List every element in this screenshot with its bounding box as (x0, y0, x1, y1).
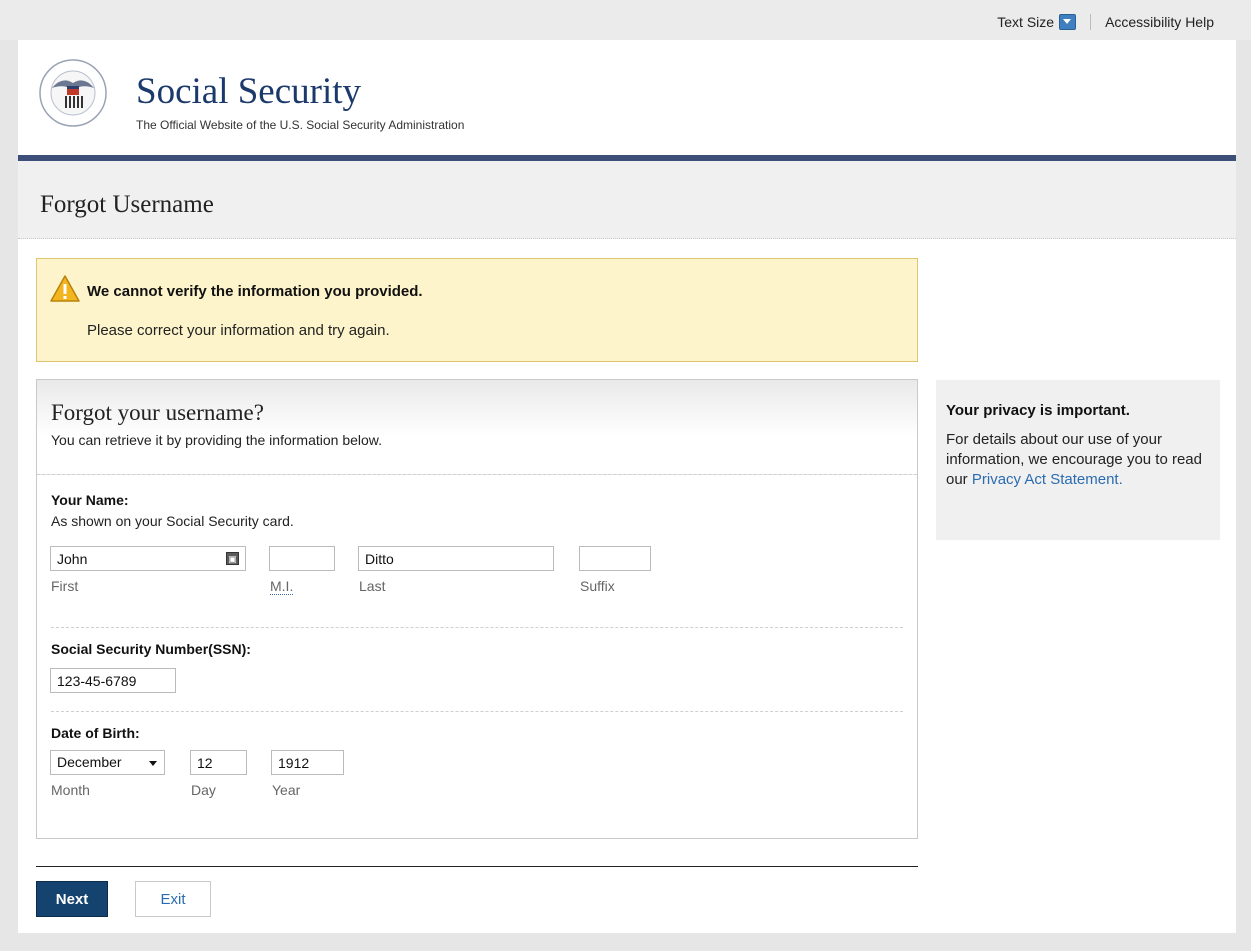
site-brand-title[interactable]: Social Security (136, 70, 361, 113)
ssn-input[interactable] (50, 668, 176, 693)
month-select-value: December (57, 754, 122, 770)
form-title: Forgot your username? (51, 400, 264, 425)
text-size-dropdown-icon[interactable] (1059, 14, 1077, 30)
site-header: Social Security The Official Website of … (18, 40, 1236, 155)
first-name-label: First (51, 578, 79, 594)
month-select[interactable]: December (50, 750, 165, 775)
text-size-label: Text Size (997, 14, 1055, 30)
accessibility-help-link[interactable]: Accessibility Help (1105, 14, 1214, 30)
day-input[interactable] (190, 750, 247, 775)
utility-links: Text Size Accessibility Help (997, 14, 1214, 30)
name-section-hint: As shown on your Social Security card. (51, 513, 294, 529)
privacy-sidebar: Your privacy is important. For details a… (936, 380, 1220, 540)
first-name-wrapper: ▣ (50, 546, 246, 571)
warning-icon (50, 275, 80, 302)
privacy-body: For details about our use of your inform… (946, 430, 1210, 490)
day-label: Day (191, 782, 216, 798)
exit-button[interactable]: Exit (135, 881, 211, 917)
ssa-seal-logo (39, 59, 107, 127)
page-container: Social Security The Official Website of … (18, 40, 1236, 933)
last-name-input[interactable] (358, 546, 554, 571)
last-name-label: Last (359, 578, 386, 594)
site-tagline: The Official Website of the U.S. Social … (136, 118, 465, 132)
name-section-label: Your Name: (51, 492, 129, 508)
chevron-down-icon (149, 761, 157, 766)
utility-divider (1090, 14, 1092, 30)
dob-label: Date of Birth: (51, 725, 140, 741)
suffix-input[interactable] (579, 546, 651, 571)
autofill-key-icon[interactable]: ▣ (226, 552, 239, 565)
section-divider (51, 711, 903, 712)
middle-initial-abbr[interactable]: M.I. (270, 578, 294, 595)
alert-body: Please correct your information and try … (87, 322, 390, 339)
page-title-band: Forgot Username (18, 161, 1236, 239)
middle-initial-label: M.I. (270, 578, 294, 595)
year-label: Year (272, 782, 301, 798)
utility-bar: Text Size Accessibility Help (0, 0, 1251, 40)
privacy-act-link[interactable]: Privacy Act Statement. (972, 471, 1123, 488)
first-name-input[interactable] (50, 546, 246, 571)
form-subtitle: You can retrieve it by providing the inf… (51, 432, 383, 448)
actions-rule (36, 866, 918, 867)
error-alert: We cannot verify the information you pro… (36, 258, 918, 362)
section-divider (51, 627, 903, 628)
month-label: Month (51, 782, 90, 798)
page-title: Forgot Username (40, 191, 214, 218)
alert-title: We cannot verify the information you pro… (87, 283, 423, 300)
middle-initial-input[interactable] (269, 546, 335, 571)
next-button[interactable]: Next (36, 881, 108, 917)
privacy-title: Your privacy is important. (946, 402, 1130, 419)
forgot-username-form: Forgot your username? You can retrieve i… (36, 379, 918, 839)
year-input[interactable] (271, 750, 344, 775)
form-header: Forgot your username? You can retrieve i… (37, 380, 917, 475)
suffix-label: Suffix (580, 578, 615, 594)
ssn-label: Social Security Number(SSN): (51, 641, 251, 657)
